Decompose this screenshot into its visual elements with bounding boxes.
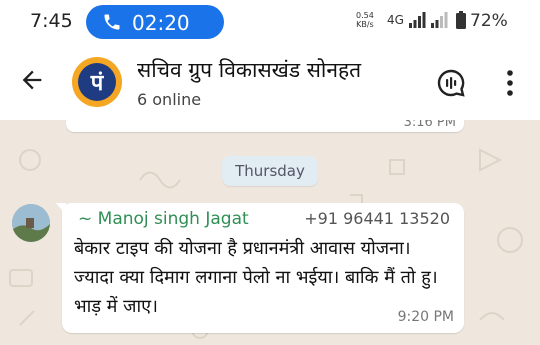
group-avatar[interactable]: पं <box>72 57 122 107</box>
network-speed: 0.54 KB/s <box>356 11 374 29</box>
group-name[interactable]: सचिव ग्रुप विकासखंड सोनहत <box>137 56 361 84</box>
signal-strength-sim2-icon <box>431 12 448 28</box>
date-divider: Thursday <box>222 156 318 186</box>
status-time: 7:45 <box>30 10 73 32</box>
call-timer: 02:20 <box>132 11 190 35</box>
status-bar: 7:45 02:20 0.54 KB/s 4G 72% <box>0 0 540 44</box>
network-speed-value: 0.54 <box>356 11 374 20</box>
network-speed-unit: KB/s <box>356 20 374 29</box>
back-arrow-icon[interactable] <box>18 66 46 94</box>
phone-icon <box>104 14 120 30</box>
online-status: 6 online <box>137 90 202 109</box>
sender-name[interactable]: ~ Manoj singh Jagat <box>78 209 249 229</box>
previous-message-bubble[interactable]: 3:16 PM <box>66 120 464 132</box>
ongoing-call-pill[interactable]: 02:20 <box>86 5 224 39</box>
sender-photo-icon <box>12 204 50 242</box>
voice-chat-icon[interactable] <box>436 68 466 98</box>
chat-header: पं सचिव ग्रुप विकासखंड सोनहत 6 online <box>0 44 540 120</box>
previous-message-time: 3:16 PM <box>403 120 456 130</box>
message-time: 9:20 PM <box>397 309 454 325</box>
chat-area[interactable]: 3:16 PM Thursday ~ Manoj singh Jagat +91… <box>0 120 540 345</box>
network-type: 4G <box>387 13 404 27</box>
group-avatar-letter: पं <box>78 63 116 101</box>
message-bubble[interactable]: ~ Manoj singh Jagat +91 96441 13520 बेका… <box>62 203 464 333</box>
signal-strength-icon <box>409 12 426 28</box>
more-options-icon[interactable] <box>503 68 517 98</box>
sender-avatar[interactable] <box>12 204 50 242</box>
message-text: बेकार टाइप की योजना है प्रधानमंत्री आवास… <box>74 238 438 317</box>
battery-icon <box>456 11 466 29</box>
sender-phone: +91 96441 13520 <box>304 209 450 228</box>
battery-percent: 72% <box>470 11 508 31</box>
